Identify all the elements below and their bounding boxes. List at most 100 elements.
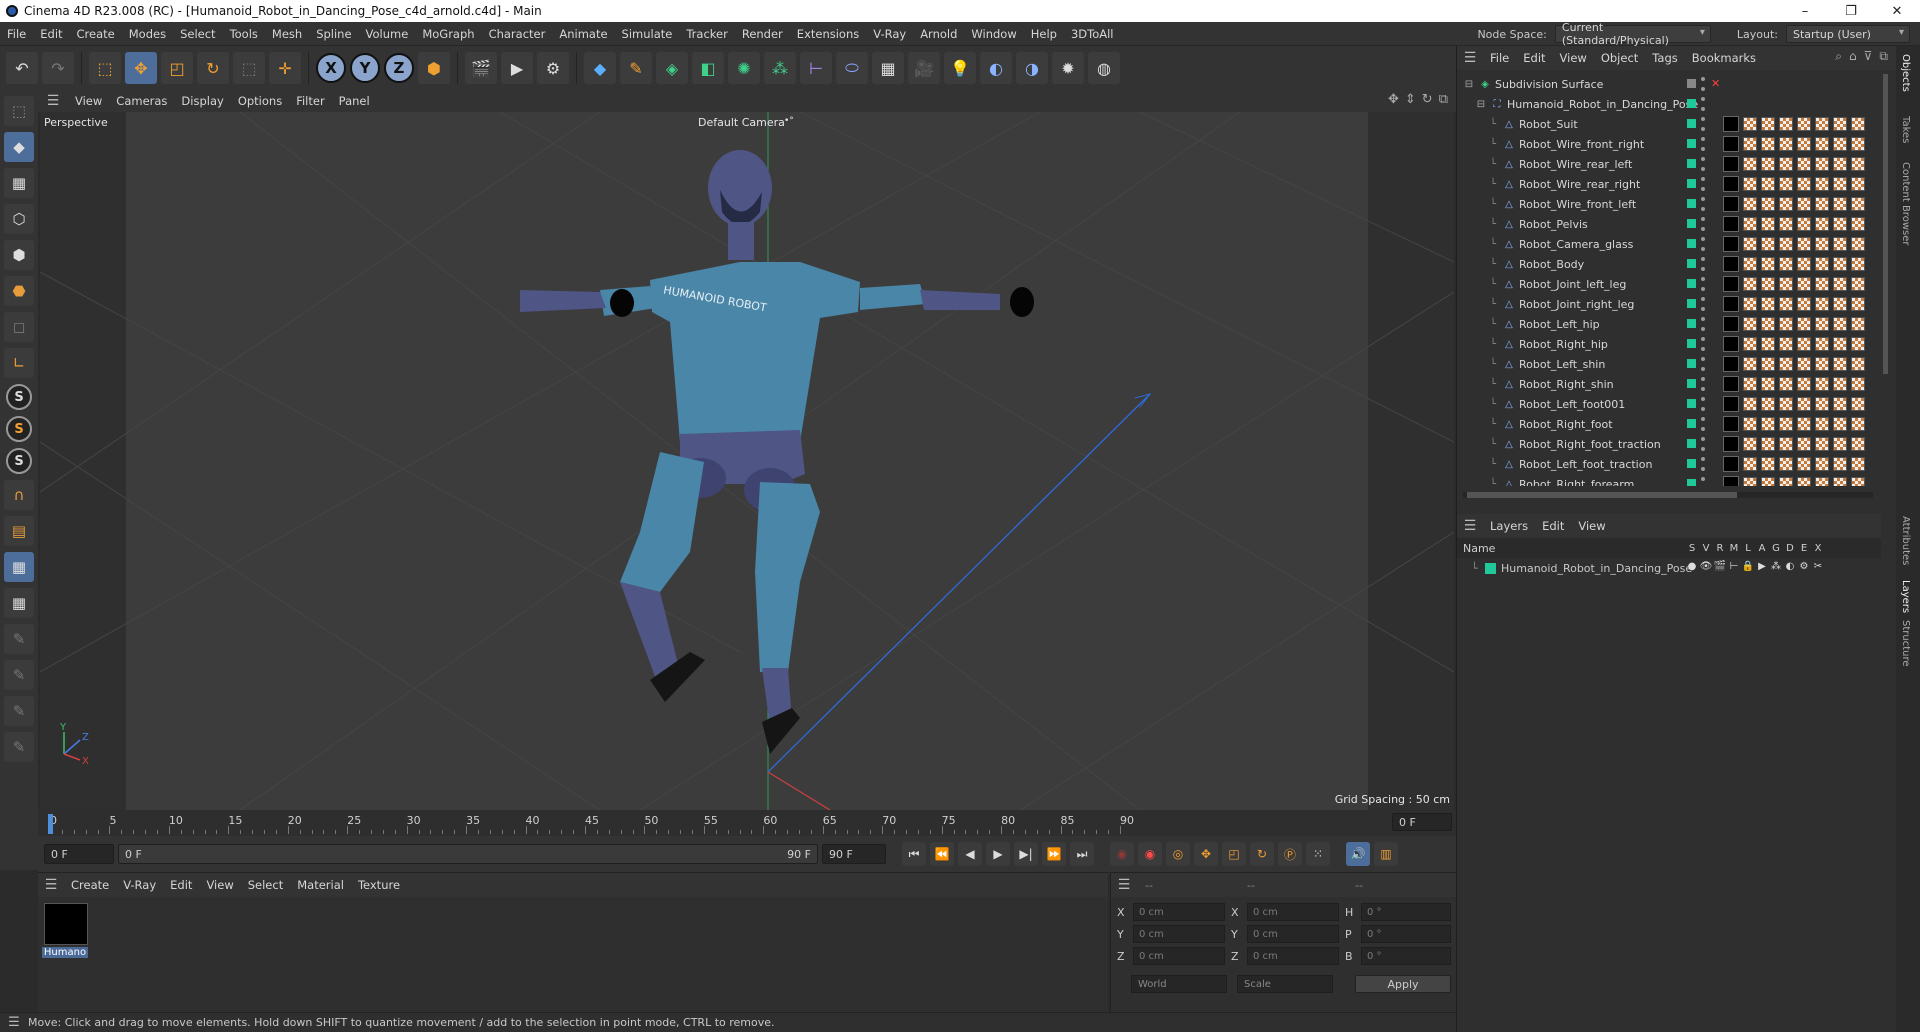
object-menu-tags[interactable]: Tags [1645,51,1684,65]
texture-tag-icon[interactable] [1761,377,1775,391]
key-param-icon[interactable]: Ⓟ [1278,842,1302,866]
next-frame-icon[interactable]: ▶| [1014,842,1038,866]
material-tag-icon[interactable] [1723,316,1739,332]
key-pla-icon[interactable]: ⁙ [1306,842,1330,866]
pan-icon[interactable]: ✥ [1388,92,1399,107]
visibility-toggle[interactable] [1687,79,1696,88]
texture-tag-icon[interactable] [1833,337,1847,351]
texture-tag-icon[interactable] [1851,237,1865,251]
texture-tag-icon[interactable] [1761,477,1775,486]
texture-tag-icon[interactable] [1851,357,1865,371]
texture-tag-icon[interactable] [1761,177,1775,191]
new-window-icon[interactable]: ⧉ [1879,49,1888,64]
object-menu-file[interactable]: File [1483,51,1516,65]
layer-color-tag[interactable] [1687,199,1696,208]
texture-tag-icon[interactable] [1851,257,1865,271]
rotation-p-field[interactable]: 0 ° [1361,925,1451,943]
layer-color-tag[interactable] [1687,359,1696,368]
render-settings-icon[interactable]: ⚙ [537,52,569,84]
menu-animate[interactable]: Animate [552,27,614,41]
arnold-icon[interactable]: ✹ [1052,52,1084,84]
viewport-menu-panel[interactable]: Panel [332,94,377,108]
texture-tag-icon[interactable] [1797,257,1811,271]
texture-tag-icon[interactable] [1761,437,1775,451]
camera-icon[interactable]: 🎥 [908,52,940,84]
maximize-button[interactable]: ❐ [1828,0,1874,22]
tree-row-object[interactable]: └ △ Robot_Left_shin [1457,354,1881,374]
texture-tag-icon[interactable] [1851,477,1865,486]
pen-spline-icon[interactable]: ✎ [620,52,652,84]
render-dots[interactable] [1701,97,1705,111]
material-tag-icon[interactable] [1723,436,1739,452]
snap-icon[interactable]: S [6,384,32,410]
texture-tag-icon[interactable] [1815,357,1829,371]
position-y-field[interactable]: 0 cm [1133,925,1225,943]
menu-arnold[interactable]: Arnold [913,27,964,41]
object-menu-icon[interactable]: ☰ [1457,50,1483,66]
texture-tag-icon[interactable] [1761,397,1775,411]
texture-tag-icon[interactable] [1743,417,1757,431]
make-editable-icon[interactable]: ⬚ [4,96,34,126]
texture-tag-icon[interactable] [1797,417,1811,431]
texture-tag-icon[interactable] [1833,257,1847,271]
render-dots[interactable] [1701,157,1705,171]
end-frame-field[interactable]: 90 F [822,844,886,864]
texture-tag-icon[interactable] [1797,357,1811,371]
menu-extensions[interactable]: Extensions [790,27,866,41]
layer-color-tag[interactable] [1687,259,1696,268]
texture-tag-icon[interactable] [1743,117,1757,131]
texture-tag-icon[interactable] [1833,197,1847,211]
tree-row-object[interactable]: └ △ Robot_Right_hip [1457,334,1881,354]
render-dots[interactable] [1701,377,1705,391]
material-menu-select[interactable]: Select [241,878,290,892]
render-dots[interactable] [1701,277,1705,291]
material-tag-icon[interactable] [1723,376,1739,392]
texture-tag-icon[interactable] [1779,297,1793,311]
tree-row-object[interactable]: └ △ Robot_Left_foot_traction [1457,454,1881,474]
minimize-button[interactable]: – [1782,0,1828,22]
render-view-icon[interactable]: ▶ [501,52,533,84]
menu-tracker[interactable]: Tracker [679,27,735,41]
layers-menu-edit[interactable]: Edit [1535,519,1571,533]
rotation-b-field[interactable]: 0 ° [1361,947,1451,965]
material-tag-icon[interactable] [1723,196,1739,212]
texture-tag-icon[interactable] [1851,417,1865,431]
layer-color-tag[interactable] [1687,139,1696,148]
render-dots[interactable] [1701,177,1705,191]
texture-tag-icon[interactable] [1815,197,1829,211]
globe-icon[interactable]: ◍ [1088,52,1120,84]
tree-row-object[interactable]: └ △ Robot_Body [1457,254,1881,274]
render-icon[interactable]: 🎬 [1713,561,1727,572]
material-tag-icon[interactable] [1723,356,1739,372]
snap-settings-icon[interactable]: S [6,416,32,442]
render-dots[interactable] [1701,437,1705,451]
x-axis-lock-button[interactable]: X [316,53,346,83]
viewport-menu-display[interactable]: Display [174,94,230,108]
texture-tag-icon[interactable] [1779,397,1793,411]
layer-color-tag[interactable] [1687,299,1696,308]
viewport-menu-icon[interactable]: ☰ [38,93,68,109]
texture-tag-icon[interactable] [1779,477,1793,486]
menu-create[interactable]: Create [70,27,122,41]
texture-tag-icon[interactable] [1851,317,1865,331]
layer-color-tag[interactable] [1687,459,1696,468]
size-x-field[interactable]: 0 cm [1247,903,1339,921]
texture-tag-icon[interactable] [1779,177,1793,191]
texture-tag-icon[interactable] [1851,457,1865,471]
uv-mode-icon[interactable]: ◻ [4,312,34,342]
tree-row-object[interactable]: └ △ Robot_Suit [1457,114,1881,134]
cloner-icon[interactable]: ✺ [728,52,760,84]
render-dots[interactable] [1701,77,1705,91]
points-mode-icon[interactable]: ⬡ [4,204,34,234]
quantize-icon[interactable]: S [6,448,32,474]
texture-tag-icon[interactable] [1851,197,1865,211]
live-selection-icon[interactable]: ⬚ [89,52,121,84]
perspective-viewport[interactable]: HUMANOID ROBOT Y Z X Perspective Default… [40,112,1454,810]
layers-menu-view[interactable]: View [1571,519,1612,533]
render-dots[interactable] [1701,477,1705,486]
move-tool-icon[interactable]: ✥ [125,52,157,84]
paint-icon[interactable]: ✎ [4,624,34,654]
material-menu-edit[interactable]: Edit [163,878,199,892]
tree-row-object[interactable]: └ △ Robot_Wire_rear_left [1457,154,1881,174]
coordinate-system-icon[interactable]: ⬢ [418,52,450,84]
